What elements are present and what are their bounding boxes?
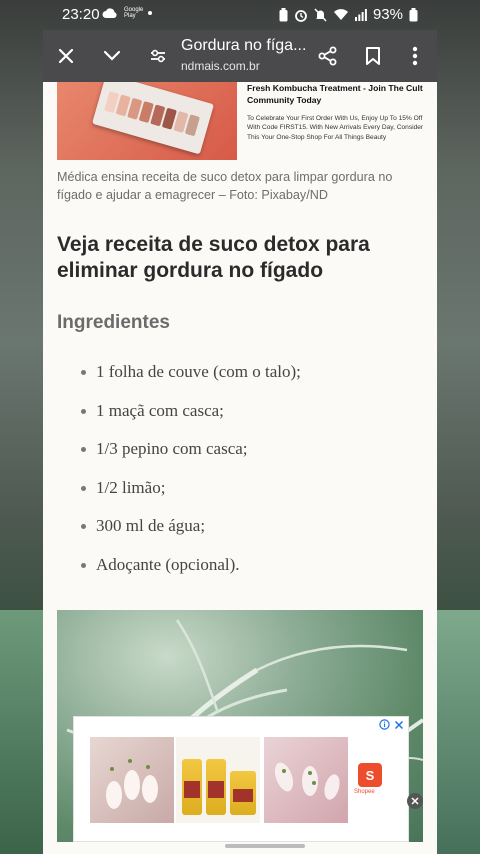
eyeshadow-palette-image [92,82,214,155]
ingredients-list: 1 folha de couve (com o talo); 1 maçã co… [81,362,301,594]
cloud-icon [102,7,117,18]
custom-tab-toolbar: Gordura no fíga... ndmais.com.br [43,30,437,82]
sponsored-ad-top[interactable]: Fresh Kombucha Treatment - Join The Cult… [57,82,423,160]
mute-icon [314,7,327,22]
list-item: 300 ml de água; [81,516,301,555]
ad-nails-image-1[interactable] [90,737,174,823]
close-ad-icon[interactable] [394,720,404,730]
page-title: Gordura no fíga... [181,37,307,54]
close-icon [411,797,419,805]
shopee-logo[interactable]: S [358,763,382,787]
signal-icon [354,8,367,21]
close-icon [58,48,74,64]
battery-saver-icon [279,7,288,21]
close-button[interactable] [52,42,80,70]
list-item: 1/3 pepino com casca; [81,439,301,478]
close-overlay-ad-button[interactable] [407,793,423,809]
ad-nails-image-2[interactable] [264,737,348,823]
status-bar: 23:20 Google Play 93% [0,0,480,30]
alarm-icon [295,9,307,22]
blurred-leaf-right [436,610,480,854]
shopee-label: Shopee [354,789,375,795]
ad-hair-products-image[interactable] [176,737,260,823]
gesture-navigation-handle[interactable] [225,844,305,848]
page-url: ndmais.com.br [181,59,260,73]
battery-icon [409,7,418,21]
article-heading: Veja receita de suco detox para eliminar… [57,233,370,282]
status-right-icons: 93% [279,6,418,23]
page-info-button[interactable] [144,42,172,70]
share-button[interactable] [314,42,342,70]
chevron-down-icon [103,50,121,61]
bookmark-button[interactable] [359,42,387,70]
more-vert-icon [412,46,418,66]
battery-percentage: 93% [372,6,403,23]
more-options-button[interactable] [401,42,429,70]
dot-icon [148,11,152,15]
custom-tab-panel: Gordura no fíga... ndmais.com.br Fresh K… [43,30,437,854]
blurred-leaf-left [0,610,44,854]
wifi-icon [333,9,348,20]
status-left-icons: Google Play [102,7,152,19]
list-item: 1 maçã com casca; [81,401,301,440]
ad-title[interactable]: Fresh Kombucha Treatment - Join The Cult… [247,82,425,106]
minimize-button[interactable] [98,42,126,70]
ad-description: To Celebrate Your First Order With Us, E… [247,115,424,141]
list-item: Adoçante (opcional). [81,555,301,594]
image-caption: Médica ensina receita de suco detox para… [57,170,393,202]
sponsored-ad-bottom[interactable]: S Shopee [73,716,409,842]
list-item: 1 folha de couve (com o talo); [81,362,301,401]
ad-text[interactable]: Fresh Kombucha Treatment - Join The Cult… [247,82,425,142]
manicure-image [106,759,158,809]
status-time: 23:20 [62,6,100,23]
ad-choices-badge[interactable] [379,719,404,730]
tune-icon [151,49,165,63]
ingredients-heading: Ingredientes [57,312,170,333]
manicure-image [274,762,340,800]
google-play-icon: Google Play [124,7,144,19]
info-icon[interactable] [379,719,390,730]
list-item: 1/2 limão; [81,478,301,517]
ad-product-image[interactable] [57,82,237,160]
bookmark-icon [366,47,380,65]
share-icon [318,46,337,66]
